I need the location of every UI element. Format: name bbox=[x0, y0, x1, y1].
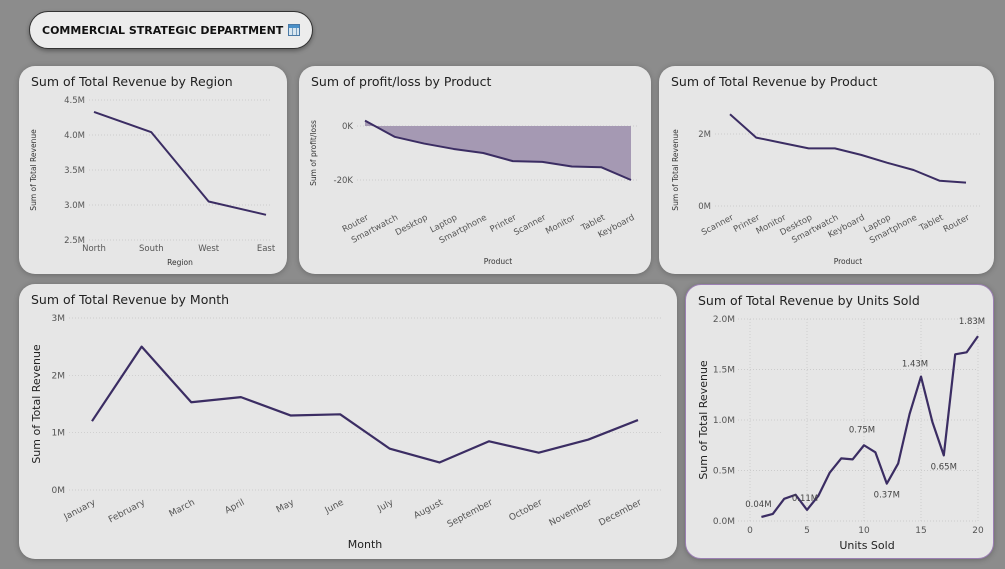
y-tick-label: 1.0M bbox=[713, 416, 735, 426]
x-tick-label: 15 bbox=[915, 526, 926, 536]
x-tick-label: June bbox=[323, 498, 346, 517]
x-tick-label: March bbox=[168, 498, 197, 520]
y-axis-title: Sum of Total Revenue bbox=[30, 344, 43, 464]
chart-plot: 2.0M 1.5M 1.0M 0.5M 0.0M 0 5 10 15 20 Sum of Total… bbox=[697, 315, 985, 552]
x-tick-label: West bbox=[198, 244, 220, 254]
x-axis-title: Product bbox=[484, 257, 513, 266]
x-tick-label: South bbox=[139, 244, 164, 254]
y-tick-label: 2.0M bbox=[713, 315, 735, 325]
x-tick-label: North bbox=[82, 244, 106, 254]
y-tick-label: -20K bbox=[334, 176, 354, 186]
x-tick-label: February bbox=[107, 498, 148, 526]
y-tick-label: 0M bbox=[698, 202, 711, 212]
series-area bbox=[365, 120, 631, 180]
y-axis-title: Sum of profit/loss bbox=[309, 120, 318, 186]
y-tick-label: 3.5M bbox=[64, 166, 85, 176]
data-label: 1.43M bbox=[902, 360, 928, 370]
x-tick-label: October bbox=[508, 498, 545, 524]
x-axis-title: Month bbox=[348, 538, 383, 551]
x-tick-label: 10 bbox=[858, 526, 870, 536]
data-label: 0.37M bbox=[874, 491, 900, 501]
x-tick-label: November bbox=[548, 498, 594, 529]
chart-plot: 2M0MSum of Total RevenueScannerPrinterMo… bbox=[671, 113, 981, 266]
dashboard-title: COMMERCIAL STRATEGIC DEPARTMENT bbox=[29, 11, 313, 49]
calendar-icon bbox=[288, 24, 301, 36]
x-tick-label: Router bbox=[942, 213, 972, 235]
data-label: 0.65M bbox=[931, 462, 957, 472]
y-tick-label: 4.0M bbox=[64, 131, 85, 141]
x-tick-label: January bbox=[62, 498, 98, 524]
y-axis-title: Sum of Total Revenue bbox=[697, 360, 710, 480]
x-tick-label: Monitor bbox=[544, 213, 578, 237]
y-tick-label: 0.0M bbox=[713, 517, 735, 527]
data-label: 0.75M bbox=[849, 425, 875, 435]
y-tick-label: 0M bbox=[52, 486, 66, 496]
y-tick-label: 2M bbox=[52, 371, 66, 381]
x-tick-label: Scanner bbox=[700, 213, 736, 238]
x-tick-label: Scanner bbox=[512, 213, 548, 238]
y-axis-title: Sum of Total Revenue bbox=[29, 129, 38, 211]
chart-profit-by-product[interactable]: Sum of profit/loss by Product 0K -20K Sum … bbox=[299, 66, 651, 274]
chart-revenue-by-product[interactable]: Sum of Total Revenue by Product 2M 0M Sum … bbox=[659, 66, 994, 274]
y-tick-label: 0K bbox=[342, 122, 353, 132]
x-axis-title: Product bbox=[834, 257, 863, 266]
y-tick-label: 0.5M bbox=[713, 467, 735, 477]
x-tick-label: April bbox=[223, 498, 246, 516]
y-axis-title: Sum of Total Revenue bbox=[671, 129, 680, 211]
chart-plot: 3M 2M 1M 0M Sum of Total Revenue January Febru… bbox=[30, 314, 661, 551]
y-tick-label: 2M bbox=[698, 130, 711, 140]
x-tick-label: July bbox=[375, 498, 395, 515]
x-tick-label: 5 bbox=[804, 526, 810, 536]
x-axis-title: Units Sold bbox=[839, 539, 894, 552]
chart-revenue-by-month[interactable]: Sum of Total Revenue by Month 3M 2M 1M 0M Su… bbox=[19, 284, 677, 559]
x-tick-label: 0 bbox=[747, 526, 753, 536]
dashboard-title-text: COMMERCIAL STRATEGIC DEPARTMENT bbox=[42, 23, 284, 37]
chart-revenue-by-region[interactable]: Sum of Total Revenue by Region 4.5M 4.0M 3… bbox=[19, 66, 287, 274]
series-line bbox=[93, 110, 267, 216]
data-label: 0.11M bbox=[792, 494, 818, 504]
x-tick-label: September bbox=[446, 498, 495, 530]
data-label: 0.04M bbox=[745, 500, 771, 510]
data-label: 1.83M bbox=[959, 317, 985, 327]
x-tick-label: May bbox=[275, 498, 297, 516]
y-tick-label: 1.5M bbox=[713, 366, 735, 376]
chart-revenue-by-units-sold[interactable]: Sum of Total Revenue by Units Sold 2.0M 1… bbox=[685, 284, 994, 559]
x-tick-label: Tablet bbox=[917, 213, 946, 234]
chart-plot: 4.5M4.0M3.5M3.0M2.5MSum of Total Revenue… bbox=[29, 96, 276, 267]
x-tick-label: 20 bbox=[972, 526, 984, 536]
x-tick-label: December bbox=[598, 498, 644, 529]
x-tick-label: Desktop bbox=[394, 213, 430, 238]
series-line bbox=[91, 345, 639, 464]
y-tick-label: 1M bbox=[52, 429, 66, 439]
y-tick-label: 3.0M bbox=[64, 201, 85, 211]
y-tick-label: 4.5M bbox=[64, 96, 85, 106]
x-tick-label: August bbox=[412, 498, 445, 522]
chart-plot: 0K-20KSum of profit/lossRouterSmartwatch… bbox=[309, 119, 639, 266]
x-axis-title: Region bbox=[167, 258, 193, 267]
x-tick-label: East bbox=[257, 244, 276, 254]
y-tick-label: 3M bbox=[52, 314, 66, 324]
series-line bbox=[729, 113, 967, 184]
